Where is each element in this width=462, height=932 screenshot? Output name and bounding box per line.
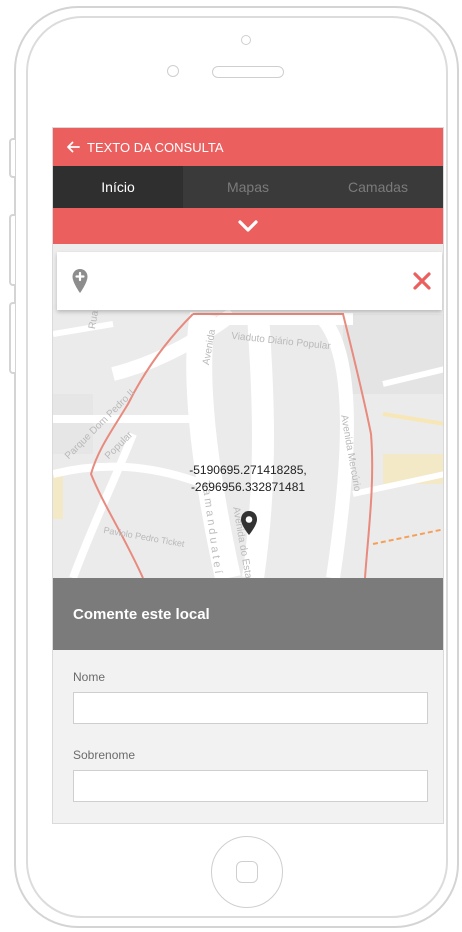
side-button-volume-down xyxy=(9,302,15,374)
side-button-volume-up xyxy=(9,214,15,286)
comment-section-header: Comente este local xyxy=(53,578,443,650)
comment-form: Nome Sobrenome xyxy=(53,650,443,823)
close-icon[interactable] xyxy=(412,271,432,291)
arrow-left-icon[interactable] xyxy=(65,139,81,155)
map-pin-icon[interactable] xyxy=(239,510,259,536)
tab-inicio[interactable]: Início xyxy=(53,166,183,208)
name-label: Nome xyxy=(73,670,106,684)
tab-mapas[interactable]: Mapas xyxy=(183,166,313,208)
name-input[interactable] xyxy=(73,692,428,724)
earpiece-speaker xyxy=(212,66,284,78)
coordinates-line-1: -5190695.271418285, xyxy=(189,463,307,477)
comment-title: Comente este local xyxy=(73,605,210,623)
tab-camadas[interactable]: Camadas xyxy=(313,166,443,208)
location-card xyxy=(57,252,442,310)
front-camera xyxy=(241,35,251,45)
tab-bar: Início Mapas Camadas xyxy=(53,166,443,208)
side-button-silent xyxy=(9,138,15,178)
proximity-sensor xyxy=(167,65,179,77)
add-location-icon[interactable] xyxy=(71,268,89,294)
expand-toggle[interactable] xyxy=(53,208,443,244)
top-app-bar: TEXTO DA CONSULTA xyxy=(53,128,443,166)
home-button[interactable] xyxy=(211,836,283,908)
back-link-label[interactable]: TEXTO DA CONSULTA xyxy=(87,140,224,155)
surname-label: Sobrenome xyxy=(73,748,136,762)
surname-input[interactable] xyxy=(73,770,428,802)
app-screen: TEXTO DA CONSULTA Início Mapas Camadas V… xyxy=(52,127,444,824)
chevron-down-icon xyxy=(238,220,258,232)
coordinates-readout: -5190695.271418285, -2696956.332871481 xyxy=(53,462,443,496)
coordinates-line-2: -2696956.332871481 xyxy=(190,480,306,494)
